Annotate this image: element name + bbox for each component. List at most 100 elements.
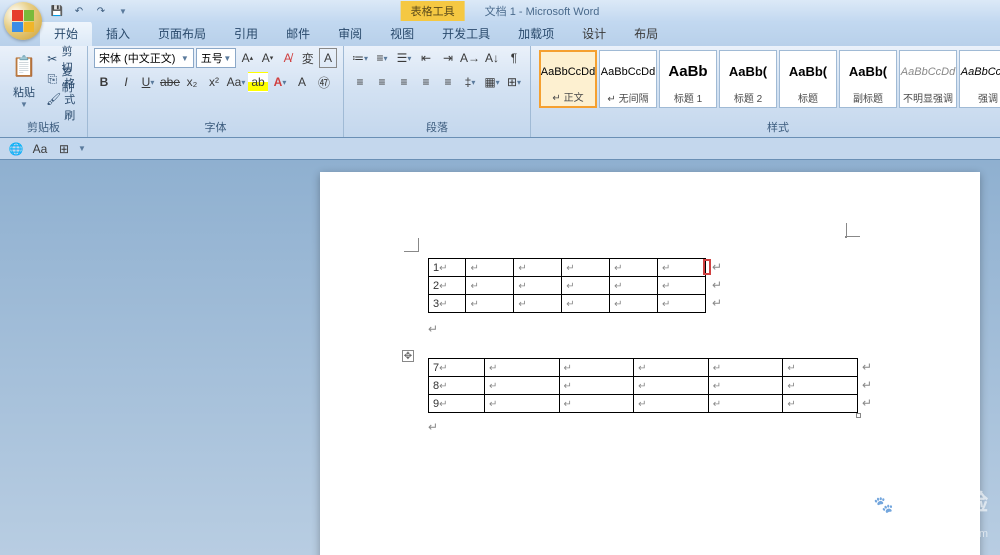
enclosed-char-button[interactable]: ㊼	[314, 72, 334, 92]
crop-mark-icon	[404, 236, 420, 252]
clear-format-button[interactable]: A̸	[279, 48, 297, 68]
style-subtitle[interactable]: AaBb(副标题	[839, 50, 897, 108]
para-mark-icon: ↵	[862, 396, 872, 411]
font-family-select[interactable]: 宋体 (中文正文)▼	[94, 48, 194, 68]
align-right-button[interactable]: ≡	[394, 72, 414, 92]
highlight-button[interactable]: ab	[248, 72, 268, 92]
superscript-button[interactable]: x²	[204, 72, 224, 92]
para-mark-icon: ↵	[712, 296, 722, 311]
char-shading-button[interactable]: A	[292, 72, 312, 92]
bold-button[interactable]: B	[94, 72, 114, 92]
numbering-button[interactable]: ≡▾	[372, 48, 392, 68]
qat-customize-icon[interactable]: ▼	[114, 2, 132, 20]
italic-button[interactable]: I	[116, 72, 136, 92]
font-size-select[interactable]: 五号▼	[196, 48, 237, 68]
para-mark-icon: ↵	[712, 260, 722, 275]
watermark: Bai🐾百度 经验 jingyan.baidu.com	[840, 485, 988, 543]
bullets-button[interactable]: ≔▾	[350, 48, 370, 68]
tab-addins[interactable]: 加载项	[504, 21, 568, 46]
secondary-toolbar: 🌐 Aa ⊞ ▼	[0, 138, 1000, 160]
paragraph-label: 段落	[344, 119, 530, 135]
layout-icon[interactable]: ⊞	[54, 139, 74, 159]
strike-button[interactable]: abe	[160, 72, 180, 92]
undo-icon[interactable]: ↶	[70, 2, 88, 20]
style-normal[interactable]: AaBbCcDd↵ 正文	[539, 50, 597, 108]
change-case-button[interactable]: Aa▾	[226, 72, 246, 92]
table-row[interactable]: 2↵↵↵↵↵↵	[429, 277, 706, 295]
tab-view[interactable]: 视图	[376, 21, 428, 46]
justify-button[interactable]: ≡	[416, 72, 436, 92]
format-painter-button[interactable]: 🖌格式刷	[44, 90, 81, 108]
style-subtle-emphasis[interactable]: AaBbCcDd不明显强调	[899, 50, 957, 108]
office-button[interactable]	[4, 2, 42, 40]
multilevel-button[interactable]: ☰▾	[394, 48, 414, 68]
increase-indent-button[interactable]: ⇥	[438, 48, 458, 68]
toolbar-customize-icon[interactable]: ▼	[78, 144, 86, 153]
style-no-spacing[interactable]: AaBbCcDd↵ 无间隔	[599, 50, 657, 108]
cut-icon: ✂	[46, 51, 59, 67]
table-2[interactable]: 7↵↵↵↵↵↵ 8↵↵↵↵↵↵ 9↵↵↵↵↵↵	[428, 358, 858, 413]
web-layout-icon[interactable]: 🌐	[6, 139, 26, 159]
group-clipboard: 📋 粘贴 ▼ ✂剪切 ⎘复制 🖌格式刷 剪贴板	[0, 46, 88, 137]
para-mark-icon: ↵	[862, 378, 872, 393]
copy-icon: ⎘	[46, 71, 59, 87]
distribute-button[interactable]: ≡	[438, 72, 458, 92]
align-center-button[interactable]: ≡	[372, 72, 392, 92]
title-bar: 💾 ↶ ↷ ▼ 表格工具 文档 1 - Microsoft Word	[0, 0, 1000, 22]
underline-button[interactable]: U▾	[138, 72, 158, 92]
tool-icon[interactable]: Aa	[30, 139, 50, 159]
group-font: 宋体 (中文正文)▼ 五号▼ A▴ A▾ A̸ 変 A B I U▾ abe x…	[88, 46, 344, 137]
para-mark-icon: ↵	[712, 278, 722, 293]
font-label: 字体	[88, 119, 343, 135]
quick-access-toolbar: 💾 ↶ ↷ ▼	[48, 2, 132, 20]
table-row[interactable]: 9↵↵↵↵↵↵	[429, 395, 858, 413]
tab-table-design[interactable]: 设计	[568, 21, 620, 46]
group-paragraph: ≔▾ ≡▾ ☰▾ ⇤ ⇥ A→ A↓ ¶ ≡ ≡ ≡ ≡ ≡ ‡▾ ▦▾ ⊞▾ …	[344, 46, 531, 137]
sort-button[interactable]: A↓	[482, 48, 502, 68]
ribbon: 📋 粘贴 ▼ ✂剪切 ⎘复制 🖌格式刷 剪贴板 宋体 (中文正文)▼ 五号▼ A…	[0, 46, 1000, 138]
context-tab-label: 表格工具	[401, 1, 465, 21]
tab-developer[interactable]: 开发工具	[428, 21, 504, 46]
paste-icon: 📋	[8, 50, 40, 82]
tab-mailings[interactable]: 邮件	[272, 21, 324, 46]
para-mark-icon: ↵	[428, 322, 438, 337]
document-title: 文档 1 - Microsoft Word	[485, 3, 600, 19]
font-color-button[interactable]: A▾	[270, 72, 290, 92]
save-icon[interactable]: 💾	[48, 2, 66, 20]
table-move-handle-icon[interactable]: ✥	[402, 350, 414, 362]
table-row[interactable]: 7↵↵↵↵↵↵	[429, 359, 858, 377]
subscript-button[interactable]: x₂	[182, 72, 202, 92]
borders-button[interactable]: ⊞▾	[504, 72, 524, 92]
crop-mark-icon	[845, 236, 847, 238]
shading-button[interactable]: ▦▾	[482, 72, 502, 92]
line-spacing-button[interactable]: ‡▾	[460, 72, 480, 92]
style-emphasis[interactable]: AaBbCcDa强调	[959, 50, 1000, 108]
style-gallery[interactable]: AaBbCcDd↵ 正文 AaBbCcDd↵ 无间隔 AaBb标题 1 AaBb…	[537, 48, 1000, 110]
tab-page-layout[interactable]: 页面布局	[144, 21, 220, 46]
show-marks-button[interactable]: ¶	[504, 48, 524, 68]
table-row[interactable]: 1↵↵↵↵↵↵	[429, 259, 706, 277]
painter-icon: 🖌	[46, 91, 61, 107]
pinyin-button[interactable]: 変	[299, 48, 317, 68]
table-1[interactable]: 1↵↵↵↵↵↵ 2↵↵↵↵↵↵ 3↵↵↵↵↵↵	[428, 258, 706, 313]
table-row[interactable]: 3↵↵↵↵↵↵	[429, 295, 706, 313]
style-title[interactable]: AaBb(标题	[779, 50, 837, 108]
para-mark-icon: ↵	[862, 360, 872, 375]
style-heading-1[interactable]: AaBb标题 1	[659, 50, 717, 108]
align-left-button[interactable]: ≡	[350, 72, 370, 92]
table-row[interactable]: 8↵↵↵↵↵↵	[429, 377, 858, 395]
redo-icon[interactable]: ↷	[92, 2, 110, 20]
char-border-button[interactable]: A	[319, 48, 337, 68]
tab-table-layout[interactable]: 布局	[620, 21, 672, 46]
decrease-indent-button[interactable]: ⇤	[416, 48, 436, 68]
style-heading-2[interactable]: AaBb(标题 2	[719, 50, 777, 108]
office-logo-icon	[12, 10, 34, 32]
tab-references[interactable]: 引用	[220, 21, 272, 46]
grow-font-button[interactable]: A▴	[238, 48, 256, 68]
shrink-font-button[interactable]: A▾	[258, 48, 276, 68]
tab-review[interactable]: 审阅	[324, 21, 376, 46]
table-resize-handle-icon[interactable]	[856, 413, 861, 418]
tab-insert[interactable]: 插入	[92, 21, 144, 46]
ltr-button[interactable]: A→	[460, 48, 480, 68]
ribbon-tabs: 开始 插入 页面布局 引用 邮件 审阅 视图 开发工具 加载项 设计 布局	[0, 22, 1000, 46]
